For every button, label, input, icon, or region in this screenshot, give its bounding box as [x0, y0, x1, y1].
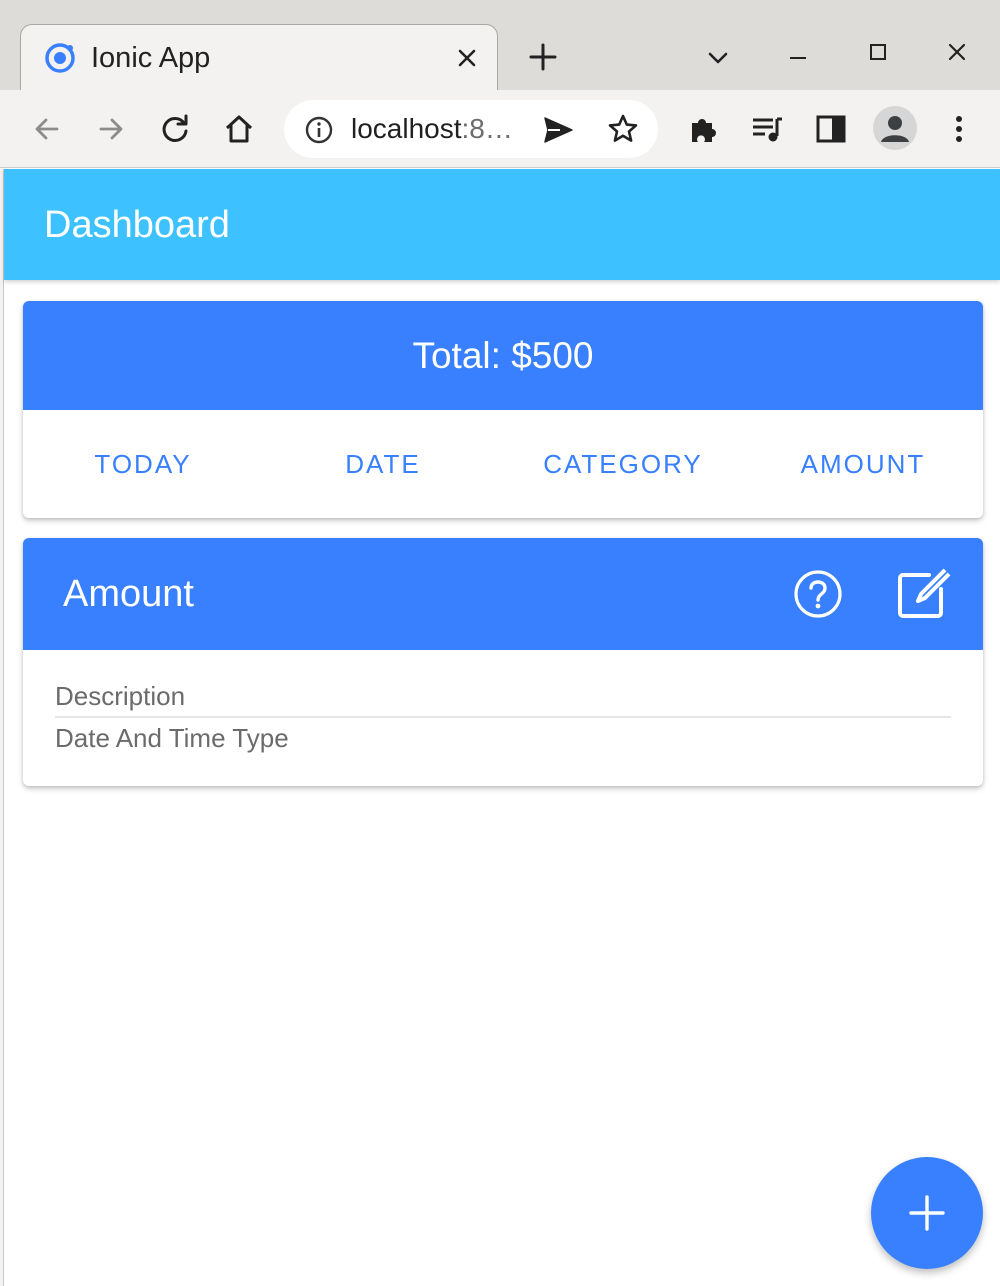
chevron-down-icon[interactable] [704, 44, 732, 72]
ionic-favicon-icon [45, 43, 75, 73]
browser-tab-strip: Ionic App [0, 0, 1000, 94]
forward-arrow-icon[interactable] [93, 111, 129, 147]
profile-icon [881, 116, 909, 142]
expense-type: Date And Time Type [55, 723, 289, 753]
window-left-edge [0, 169, 4, 1286]
side-panel-icon[interactable] [813, 111, 849, 147]
kebab-menu-icon[interactable] [941, 111, 977, 147]
add-expense-fab[interactable] [871, 1157, 983, 1269]
send-icon[interactable] [542, 114, 574, 146]
info-icon[interactable] [304, 115, 334, 145]
maximize-icon[interactable] [864, 38, 892, 66]
back-arrow-icon[interactable] [29, 111, 65, 147]
help-circle-icon[interactable] [793, 569, 843, 619]
plus-icon[interactable] [526, 40, 560, 74]
reload-icon[interactable] [157, 111, 193, 147]
expense-card: Amount Description Date And Time Type [23, 538, 983, 786]
filter-segment: TODAY DATE CATEGORY AMOUNT [23, 410, 983, 518]
segment-today-button[interactable]: TODAY [23, 410, 263, 518]
expense-amount-title: Amount [63, 573, 194, 615]
browser-toolbar: localhost:8… [0, 90, 1000, 168]
create-icon[interactable] [895, 565, 951, 621]
home-icon[interactable] [221, 111, 257, 147]
profile-avatar[interactable] [873, 106, 917, 150]
segment-date-button[interactable]: DATE [263, 410, 503, 518]
add-icon [909, 1195, 945, 1231]
total-card-header: Total: $500 [23, 301, 983, 410]
media-queue-icon[interactable] [749, 111, 785, 147]
url-rest: :8… [461, 113, 513, 144]
address-bar[interactable]: localhost:8… [284, 100, 658, 158]
app-toolbar: Dashboard [4, 169, 1000, 280]
minimize-icon[interactable] [784, 40, 812, 68]
expense-card-content: Description Date And Time Type [23, 650, 983, 786]
segment-amount-button[interactable]: AMOUNT [743, 410, 983, 518]
window-close-icon[interactable] [943, 38, 971, 66]
browser-tab[interactable]: Ionic App [20, 24, 498, 94]
tab-title: Ionic App [91, 42, 211, 74]
expense-description: Description [55, 681, 186, 711]
extensions-puzzle-icon[interactable] [686, 111, 722, 147]
url-host: localhost [351, 113, 462, 144]
total-card: Total: $500 TODAY DATE CATEGORY AMOUNT [23, 301, 983, 518]
close-icon[interactable] [454, 45, 480, 71]
divider [55, 716, 951, 718]
star-icon[interactable] [606, 112, 640, 146]
url-text: localhost:8… [351, 113, 526, 145]
expense-card-header: Amount [23, 538, 983, 650]
page-title: Dashboard [44, 204, 230, 246]
segment-category-button[interactable]: CATEGORY [503, 410, 743, 518]
